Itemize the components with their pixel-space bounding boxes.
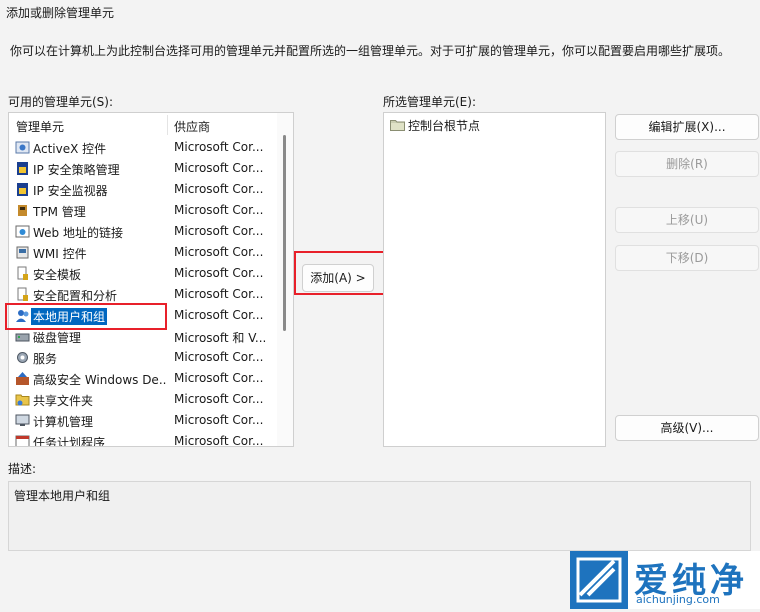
list-item-name: Web 地址的链接 [33, 226, 123, 240]
selected-snapins-label: 所选管理单元(E): [383, 95, 476, 109]
list-item-name: 任务计划程序 [33, 436, 106, 447]
list-item-vendor: Microsoft Cor... [174, 182, 264, 196]
list-item-vendor: Microsoft Cor... [174, 161, 264, 175]
list-item-vendor: Microsoft Cor... [174, 203, 264, 217]
list-item-vendor: Microsoft Cor... [174, 266, 264, 280]
watermark-logo [570, 551, 628, 609]
list-item-vendor: Microsoft Cor... [174, 434, 264, 447]
web-link-icon [15, 225, 30, 238]
task-scheduler-icon [15, 435, 30, 446]
description-box: 管理本地用户和组 [8, 481, 751, 551]
list-item[interactable]: 安全模板 Microsoft Cor... [9, 263, 275, 284]
list-item-name: 磁盘管理 [33, 331, 82, 345]
list-item[interactable]: Web 地址的链接 Microsoft Cor... [9, 221, 275, 242]
list-item[interactable]: 服务 Microsoft Cor... [9, 347, 275, 368]
selected-snapins-list[interactable]: 控制台根节点 [383, 112, 606, 447]
intro-text: 你可以在计算机上为此控制台选择可用的管理单元并配置所选的一组管理单元。对于可扩展… [10, 44, 731, 58]
list-item-name: IP 安全监视器 [33, 184, 108, 198]
activex-icon [15, 141, 30, 154]
scrollbar-thumb[interactable] [283, 135, 286, 331]
column-header-name[interactable]: 管理单元 [16, 118, 64, 135]
remove-button[interactable]: 删除(R) [615, 151, 759, 177]
column-separator[interactable] [167, 115, 168, 135]
selected-item-label: 控制台根节点 [408, 119, 481, 133]
advanced-button[interactable]: 高级(V)... [615, 415, 759, 441]
move-down-button[interactable]: 下移(D) [615, 245, 759, 271]
list-item[interactable]: 计算机管理 Microsoft Cor... [9, 410, 275, 431]
list-item-vendor: Microsoft Cor... [174, 308, 264, 322]
add-button[interactable]: 添加(A) > [302, 264, 374, 292]
list-item[interactable]: ActiveX 控件 Microsoft Cor... [9, 137, 275, 158]
list-item[interactable]: 共享文件夹 Microsoft Cor... [9, 389, 275, 410]
list-item-vendor: Microsoft Cor... [174, 350, 264, 364]
list-item-name: IP 安全策略管理 [33, 163, 120, 177]
list-item[interactable]: 高级安全 Windows De... Microsoft Cor... [9, 368, 275, 389]
shared-folder-icon [15, 394, 30, 406]
list-item-name: 高级安全 Windows De... [33, 373, 167, 387]
list-item-name: 安全配置和分析 [33, 289, 118, 303]
list-item-name: WMI 控件 [33, 247, 87, 261]
window-title: 添加或删除管理单元 [6, 6, 115, 20]
list-item-vendor: Microsoft Cor... [174, 413, 264, 427]
list-item[interactable]: TPM 管理 Microsoft Cor... [9, 200, 275, 221]
watermark-text-en: aichunjing.com [636, 593, 720, 606]
list-item-vendor: Microsoft Cor... [174, 224, 264, 238]
list-item-vendor: Microsoft Cor... [174, 245, 264, 259]
list-item-name: ActiveX 控件 [33, 142, 107, 156]
watermark: 爱纯净 aichunjing.com [570, 551, 760, 609]
tpm-icon [18, 205, 27, 216]
list-item-vendor: Microsoft 和 V... [174, 331, 267, 345]
list-item-vendor: Microsoft Cor... [174, 140, 264, 154]
list-item-name: 安全模板 [33, 268, 82, 282]
list-item[interactable]: IP 安全监视器 Microsoft Cor... [9, 179, 275, 200]
firewall-icon [16, 372, 29, 385]
column-header-vendor[interactable]: 供应商 [174, 118, 210, 135]
edit-extensions-button[interactable]: 编辑扩展(X)... [615, 114, 759, 140]
services-gear-icon [17, 352, 28, 363]
list-item-name: TPM 管理 [33, 205, 86, 219]
available-snapins-list[interactable]: 管理单元 供应商 ActiveX 控件 Microsoft Cor... IP 安全… [8, 112, 294, 447]
list-item-name: 计算机管理 [33, 415, 94, 429]
list-item[interactable]: IP 安全策略管理 Microsoft Cor... [9, 158, 275, 179]
move-up-button[interactable]: 上移(U) [615, 207, 759, 233]
list-item[interactable]: WMI 控件 Microsoft Cor... [9, 242, 275, 263]
disk-icon [15, 333, 30, 342]
list-item-vendor: Microsoft Cor... [174, 371, 264, 385]
list-item-vendor: Microsoft Cor... [174, 392, 264, 406]
list-item[interactable]: 安全配置和分析 Microsoft Cor... [9, 284, 275, 305]
ip-security-policy-icon [17, 162, 28, 175]
scrollbar[interactable] [277, 113, 293, 446]
list-header: 管理单元 供应商 [9, 113, 275, 137]
list-item[interactable]: 任务计划程序 Microsoft Cor... [9, 431, 275, 447]
list-item-name: 共享文件夹 [33, 394, 94, 408]
computer-management-icon [15, 414, 30, 426]
list-item-name: 服务 [33, 352, 58, 366]
available-snapins-label: 可用的管理单元(S): [8, 95, 114, 109]
ip-security-monitor-icon [17, 183, 28, 196]
highlight-box-selected-item [5, 303, 167, 330]
folder-icon [390, 120, 405, 131]
description-label: 描述: [8, 462, 37, 476]
list-item-vendor: Microsoft Cor... [174, 287, 264, 301]
security-template-icon [17, 266, 28, 280]
wmi-icon [16, 246, 29, 259]
security-config-icon [17, 287, 28, 301]
description-text: 管理本地用户和组 [14, 489, 111, 503]
